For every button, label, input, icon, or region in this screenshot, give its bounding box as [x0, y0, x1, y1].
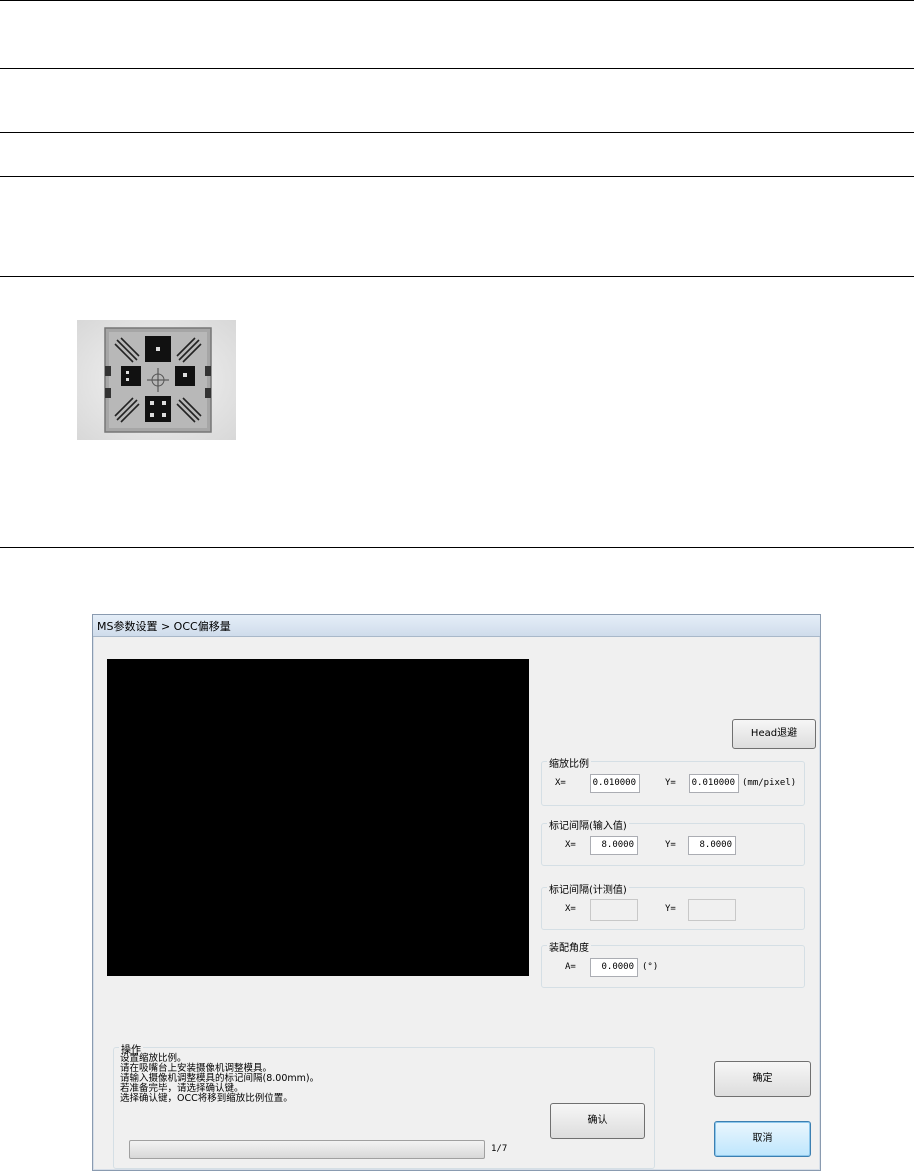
- instruction-line: 选择确认键，OCC将移到缩放比例位置。: [120, 1093, 293, 1104]
- cancel-button[interactable]: 取消: [714, 1121, 811, 1157]
- mark-measured-x-label: X=: [565, 904, 576, 914]
- mark-input-y-label: Y=: [665, 840, 676, 850]
- scale-x-label: X=: [555, 778, 566, 788]
- head-retract-button[interactable]: Head退避: [732, 719, 816, 749]
- mount-angle-group: 装配角度 A= 0.0000 (°): [541, 939, 805, 988]
- angle-a-field[interactable]: 0.0000: [590, 958, 638, 977]
- mark-input-x-label: X=: [565, 840, 576, 850]
- mount-angle-label: 装配角度: [547, 939, 591, 954]
- divider-2: [0, 68, 914, 69]
- occ-offset-dialog: MS参数设置 > OCC偏移量 Head退避 缩放比例 X= 0.010000 …: [92, 614, 821, 1171]
- operation-group: 操作 设置缩放比例。 请在吸嘴台上安装摄像机调整模具。 请输入摄像机调整模具的标…: [113, 1041, 655, 1169]
- dialog-title: MS参数设置 > OCC偏移量: [97, 620, 231, 633]
- dialog-client-area: Head退避 缩放比例 X= 0.010000 Y= 0.010000 (mm/…: [95, 637, 818, 1169]
- scale-x-field[interactable]: 0.010000: [590, 774, 640, 793]
- camera-view: [107, 659, 529, 976]
- mark-input-y-field[interactable]: 8.0000: [688, 836, 736, 855]
- divider-1: [0, 0, 914, 1]
- mark-measured-y-field: [688, 899, 736, 921]
- progress-step-text: 1/7: [491, 1144, 508, 1154]
- scale-y-field[interactable]: 0.010000: [689, 774, 739, 793]
- angle-unit-label: (°): [642, 962, 659, 972]
- ok-button[interactable]: 确定: [714, 1061, 811, 1097]
- mark-spacing-input-group: 标记间隔(输入值) X= 8.0000 Y= 8.0000: [541, 817, 805, 866]
- operation-instructions: 设置缩放比例。 请在吸嘴台上安装摄像机调整模具。 请输入摄像机调整模具的标记间隔…: [120, 1054, 319, 1104]
- scale-group-label: 缩放比例: [547, 755, 591, 770]
- confirm-button[interactable]: 确认: [550, 1103, 645, 1139]
- mark-measured-x-field: [590, 899, 638, 921]
- operation-progress-bar: [129, 1140, 485, 1159]
- scale-unit-label: (mm/pixel): [742, 778, 797, 788]
- divider-4: [0, 176, 914, 177]
- mark-spacing-measured-group: 标记间隔(计测值) X= Y=: [541, 881, 805, 930]
- divider-3: [0, 132, 914, 133]
- mark-input-x-field[interactable]: 8.0000: [590, 836, 638, 855]
- divider-6: [0, 547, 914, 548]
- angle-a-label: A=: [565, 962, 576, 972]
- mark-spacing-measured-label: 标记间隔(计测值): [547, 881, 629, 896]
- scale-y-label: Y=: [665, 778, 676, 788]
- dialog-titlebar[interactable]: MS参数设置 > OCC偏移量: [93, 615, 820, 637]
- mark-spacing-input-label: 标记间隔(输入值): [547, 817, 629, 832]
- scale-group: 缩放比例 X= 0.010000 Y= 0.010000 (mm/pixel): [541, 755, 805, 806]
- divider-5: [0, 276, 914, 277]
- camera-adjustment-jig-photo: [77, 320, 236, 440]
- mark-measured-y-label: Y=: [665, 904, 676, 914]
